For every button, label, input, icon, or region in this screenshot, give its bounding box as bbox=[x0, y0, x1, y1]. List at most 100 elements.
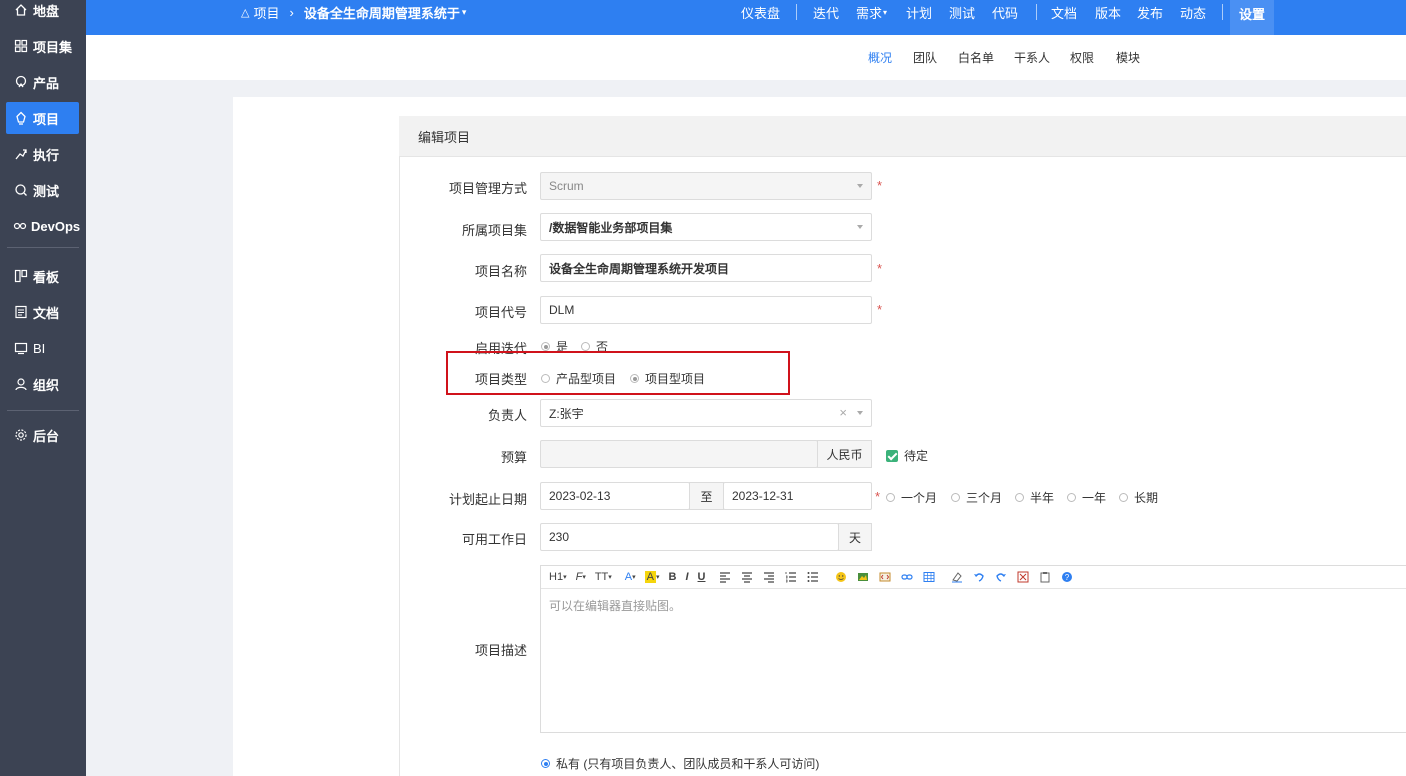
workdays-input[interactable]: 230 bbox=[540, 523, 839, 551]
heading-button[interactable]: H1 ▾ bbox=[549, 571, 567, 583]
sidebar-divider bbox=[7, 247, 79, 248]
budget-pending-checkbox[interactable]: 待定 bbox=[886, 447, 928, 464]
ordered-list-icon[interactable] bbox=[785, 571, 797, 583]
sidebar-item-dashboard[interactable]: 地盘 bbox=[6, 0, 79, 26]
owner-label: 负责人 bbox=[487, 408, 527, 423]
chevron-down-icon: ▾ bbox=[656, 574, 660, 581]
sidebar-item-kanban[interactable]: 看板 bbox=[6, 260, 79, 292]
sidebar-item-label: 看板 bbox=[33, 269, 60, 285]
method-value: Scrum bbox=[549, 179, 584, 193]
sidebar-item-devops[interactable]: DevOps bbox=[6, 210, 80, 242]
nav-test[interactable]: 测试 bbox=[949, 0, 975, 24]
duration-label: 半年 bbox=[1030, 491, 1055, 505]
table-icon[interactable] bbox=[923, 571, 935, 583]
end-date-input[interactable]: 2023-12-31 bbox=[723, 482, 872, 510]
project-code-value: DLM bbox=[549, 303, 575, 317]
editor-body[interactable]: 可以在编辑器直接贴图。 bbox=[541, 589, 1406, 622]
fullscreen-icon[interactable] bbox=[1017, 571, 1029, 583]
sidebar-item-org[interactable]: 组织 bbox=[6, 368, 79, 400]
start-date-value: 2023-02-13 bbox=[549, 489, 611, 503]
redo-icon[interactable] bbox=[995, 571, 1007, 583]
paste-icon[interactable] bbox=[1039, 571, 1051, 583]
date-separator: 至 bbox=[689, 482, 724, 510]
duration-longterm-radio[interactable]: 长期 bbox=[1119, 489, 1158, 506]
sidebar-item-program[interactable]: 项目集 bbox=[6, 30, 79, 62]
checkbox-icon bbox=[886, 449, 898, 462]
highlight-color-button[interactable]: A ▾ bbox=[644, 571, 660, 583]
nav-story[interactable]: 需求 ▾ bbox=[856, 0, 887, 24]
owner-select[interactable]: Z:张宇 × bbox=[540, 399, 872, 427]
duration-halfyear-radio[interactable]: 半年 bbox=[1015, 489, 1054, 506]
sidebar-item-bi[interactable]: BI bbox=[6, 332, 79, 364]
rich-text-editor[interactable]: H1 ▾ F ▾ TT ▾ A ▾ A ▾ B I U ? 可以在编辑器直接贴图。 bbox=[540, 565, 1406, 733]
help-icon[interactable]: ? bbox=[1061, 571, 1073, 583]
sidebar-item-doc[interactable]: 文档 bbox=[6, 296, 79, 328]
link-icon[interactable] bbox=[901, 571, 914, 583]
project-icon bbox=[13, 110, 29, 126]
chevron-right-icon: › bbox=[289, 4, 294, 20]
breadcrumb-root[interactable]: 项目 bbox=[253, 3, 279, 22]
duration-1month-radio[interactable]: 一个月 bbox=[886, 489, 937, 506]
workdays-unit: 天 bbox=[838, 523, 872, 551]
nav-plan[interactable]: 计划 bbox=[906, 0, 932, 24]
infinity-icon bbox=[13, 218, 27, 234]
nav-dynamic[interactable]: 动态 bbox=[1180, 0, 1206, 24]
program-select[interactable]: /数据智能业务部项目集 bbox=[540, 213, 872, 241]
align-right-icon[interactable] bbox=[763, 571, 775, 583]
underline-label: U bbox=[697, 571, 706, 583]
code-icon[interactable] bbox=[879, 571, 891, 583]
font-size-button[interactable]: TT ▾ bbox=[595, 571, 612, 583]
tab-overview[interactable]: 概况 bbox=[868, 49, 892, 66]
image-icon[interactable] bbox=[857, 571, 869, 583]
tab-team[interactable]: 团队 bbox=[913, 49, 937, 66]
sidebar-item-product[interactable]: 产品 bbox=[6, 66, 79, 98]
font-color-button[interactable]: A ▾ bbox=[625, 571, 636, 583]
method-label: 项目管理方式 bbox=[448, 181, 527, 196]
sidebar-item-execution[interactable]: 执行 bbox=[6, 138, 79, 170]
sidebar-item-admin[interactable]: 后台 bbox=[6, 419, 79, 451]
breadcrumb-current[interactable]: 设备全生命周期管理系统于 bbox=[304, 3, 460, 22]
sidebar-item-project[interactable]: 项目 bbox=[6, 102, 79, 134]
chevron-down-icon[interactable]: ▾ bbox=[462, 7, 467, 18]
emoji-icon[interactable] bbox=[835, 571, 847, 583]
nav-story-label: 需求 bbox=[856, 5, 883, 21]
align-left-icon[interactable] bbox=[719, 571, 731, 583]
date-separator-label: 至 bbox=[700, 489, 713, 504]
nav-settings[interactable]: 设置 bbox=[1230, 0, 1274, 35]
underline-button[interactable]: U bbox=[698, 571, 706, 583]
chevron-down-icon bbox=[857, 225, 863, 229]
radio-icon bbox=[541, 759, 550, 768]
clear-icon[interactable]: × bbox=[839, 405, 847, 420]
sidebar-item-test[interactable]: 测试 bbox=[6, 174, 79, 206]
eraser-icon[interactable] bbox=[951, 571, 963, 583]
grid-icon bbox=[13, 38, 29, 54]
bold-button[interactable]: B bbox=[669, 571, 677, 583]
project-name-input[interactable]: 设备全生命周期管理系统开发项目 bbox=[540, 254, 872, 282]
budget-input[interactable] bbox=[540, 440, 818, 468]
nav-doc[interactable]: 文档 bbox=[1051, 0, 1077, 24]
required-mark: * bbox=[875, 489, 881, 504]
align-center-icon[interactable] bbox=[741, 571, 753, 583]
undo-icon[interactable] bbox=[973, 571, 985, 583]
duration-label: 长期 bbox=[1134, 491, 1159, 505]
font-family-button[interactable]: F ▾ bbox=[576, 571, 586, 583]
unordered-list-icon[interactable] bbox=[807, 571, 819, 583]
radio-icon bbox=[1015, 493, 1024, 502]
nav-dashboard[interactable]: 仪表盘 bbox=[741, 0, 780, 24]
project-code-input[interactable]: DLM bbox=[540, 296, 872, 324]
breadcrumb: △ 项目 › 设备全生命周期管理系统于 ▾ bbox=[241, 0, 466, 24]
access-private-radio[interactable]: 私有 (只有项目负责人、团队成员和干系人可访问) bbox=[541, 755, 819, 772]
nav-iteration[interactable]: 迭代 bbox=[813, 0, 839, 24]
italic-button[interactable]: I bbox=[685, 571, 688, 583]
tab-whitelist[interactable]: 白名单 bbox=[958, 49, 994, 66]
start-date-input[interactable]: 2023-02-13 bbox=[540, 482, 690, 510]
nav-release[interactable]: 版本 bbox=[1095, 0, 1121, 24]
nav-build[interactable]: 发布 bbox=[1137, 0, 1163, 24]
currency-select[interactable]: 人民币 bbox=[817, 440, 872, 468]
tab-module[interactable]: 模块 bbox=[1116, 49, 1140, 66]
duration-1year-radio[interactable]: 一年 bbox=[1067, 489, 1106, 506]
nav-code[interactable]: 代码 bbox=[992, 0, 1018, 24]
tab-permission[interactable]: 权限 bbox=[1070, 49, 1094, 66]
duration-3month-radio[interactable]: 三个月 bbox=[951, 489, 1002, 506]
tab-stakeholder[interactable]: 干系人 bbox=[1014, 49, 1050, 66]
